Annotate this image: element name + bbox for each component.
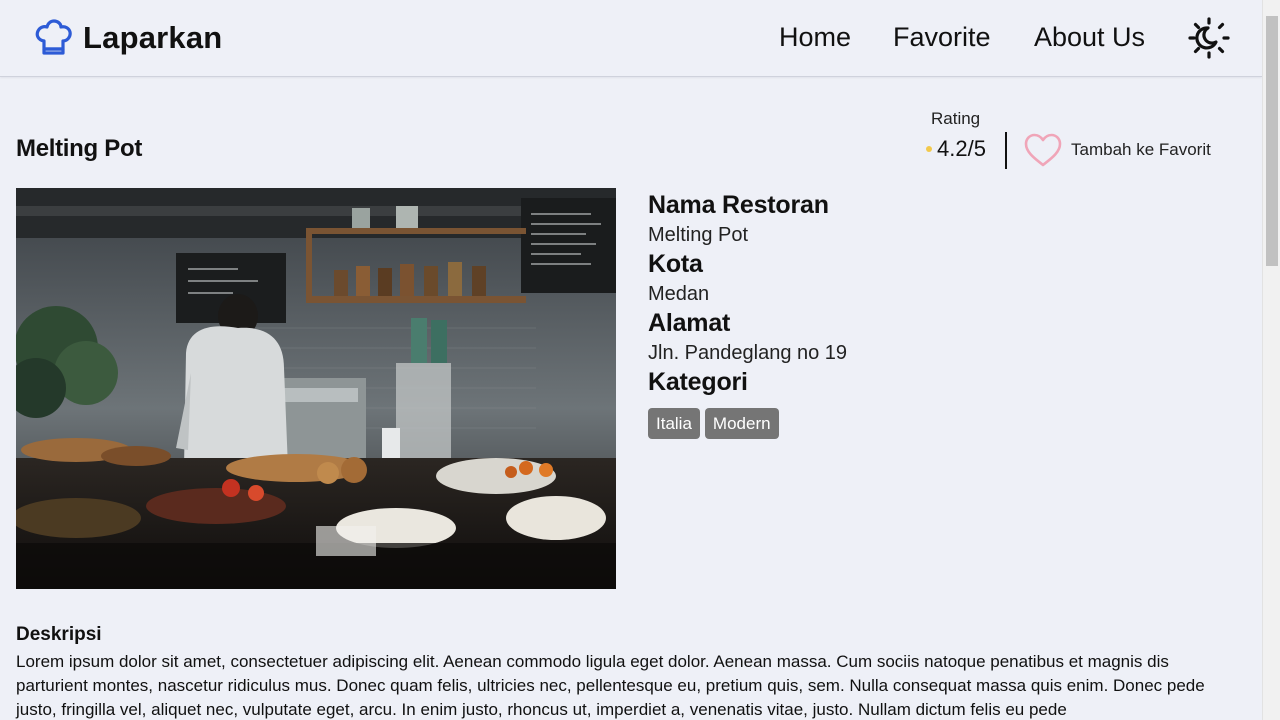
city-value: Medan (648, 283, 710, 305)
address-heading: Alamat (648, 309, 731, 337)
rating-divider (1005, 132, 1007, 169)
add-to-favorite-label: Tambah ke Favorit (1071, 140, 1211, 159)
category-heading: Kategori (648, 368, 748, 396)
sun-moon-icon[interactable] (1188, 17, 1230, 59)
nav-favorite-link[interactable]: Favorite (893, 22, 991, 53)
rating-label: Rating (931, 109, 981, 128)
brand-logo[interactable]: Laparkan (34, 18, 222, 58)
brand-name: Laparkan (83, 20, 223, 55)
category-tag: Italia (648, 408, 700, 439)
add-to-favorite-button[interactable]: Tambah ke Favorit (1023, 130, 1211, 170)
app-header: Laparkan Home Favorite About Us (0, 0, 1262, 77)
description-text: Lorem ipsum dolor sit amet, consectetuer… (16, 652, 1205, 719)
star-icon (926, 146, 932, 152)
name-heading: Nama Restoran (648, 191, 829, 219)
page-scrollbar[interactable] (1262, 0, 1280, 720)
nav-about-us-link[interactable]: About Us (1034, 22, 1145, 53)
scrollbar-thumb[interactable] (1266, 16, 1278, 266)
description-heading: Deskripsi (16, 624, 102, 645)
rating-value: 4.2/5 (937, 136, 986, 161)
city-heading: Kota (648, 250, 703, 278)
cafe-interior-image (16, 188, 616, 589)
address-value: Jln. Pandeglang no 19 (648, 342, 848, 364)
nav-home-link[interactable]: Home (779, 22, 851, 53)
chef-hat-icon (35, 19, 72, 55)
restaurant-info: Nama Restoran Melting Pot Kota Medan Ala… (648, 190, 847, 439)
restaurant-title: Melting Pot (16, 135, 143, 162)
rating-display: 4.2/5 (926, 136, 986, 162)
name-value: Melting Pot (648, 224, 749, 246)
category-tags: Italia Modern (648, 408, 847, 439)
restaurant-photo (16, 188, 616, 589)
heart-outline-icon (1024, 133, 1062, 167)
restaurant-detail-page: Laparkan Home Favorite About Us Melting … (0, 0, 1280, 720)
category-tag: Modern (704, 408, 779, 439)
